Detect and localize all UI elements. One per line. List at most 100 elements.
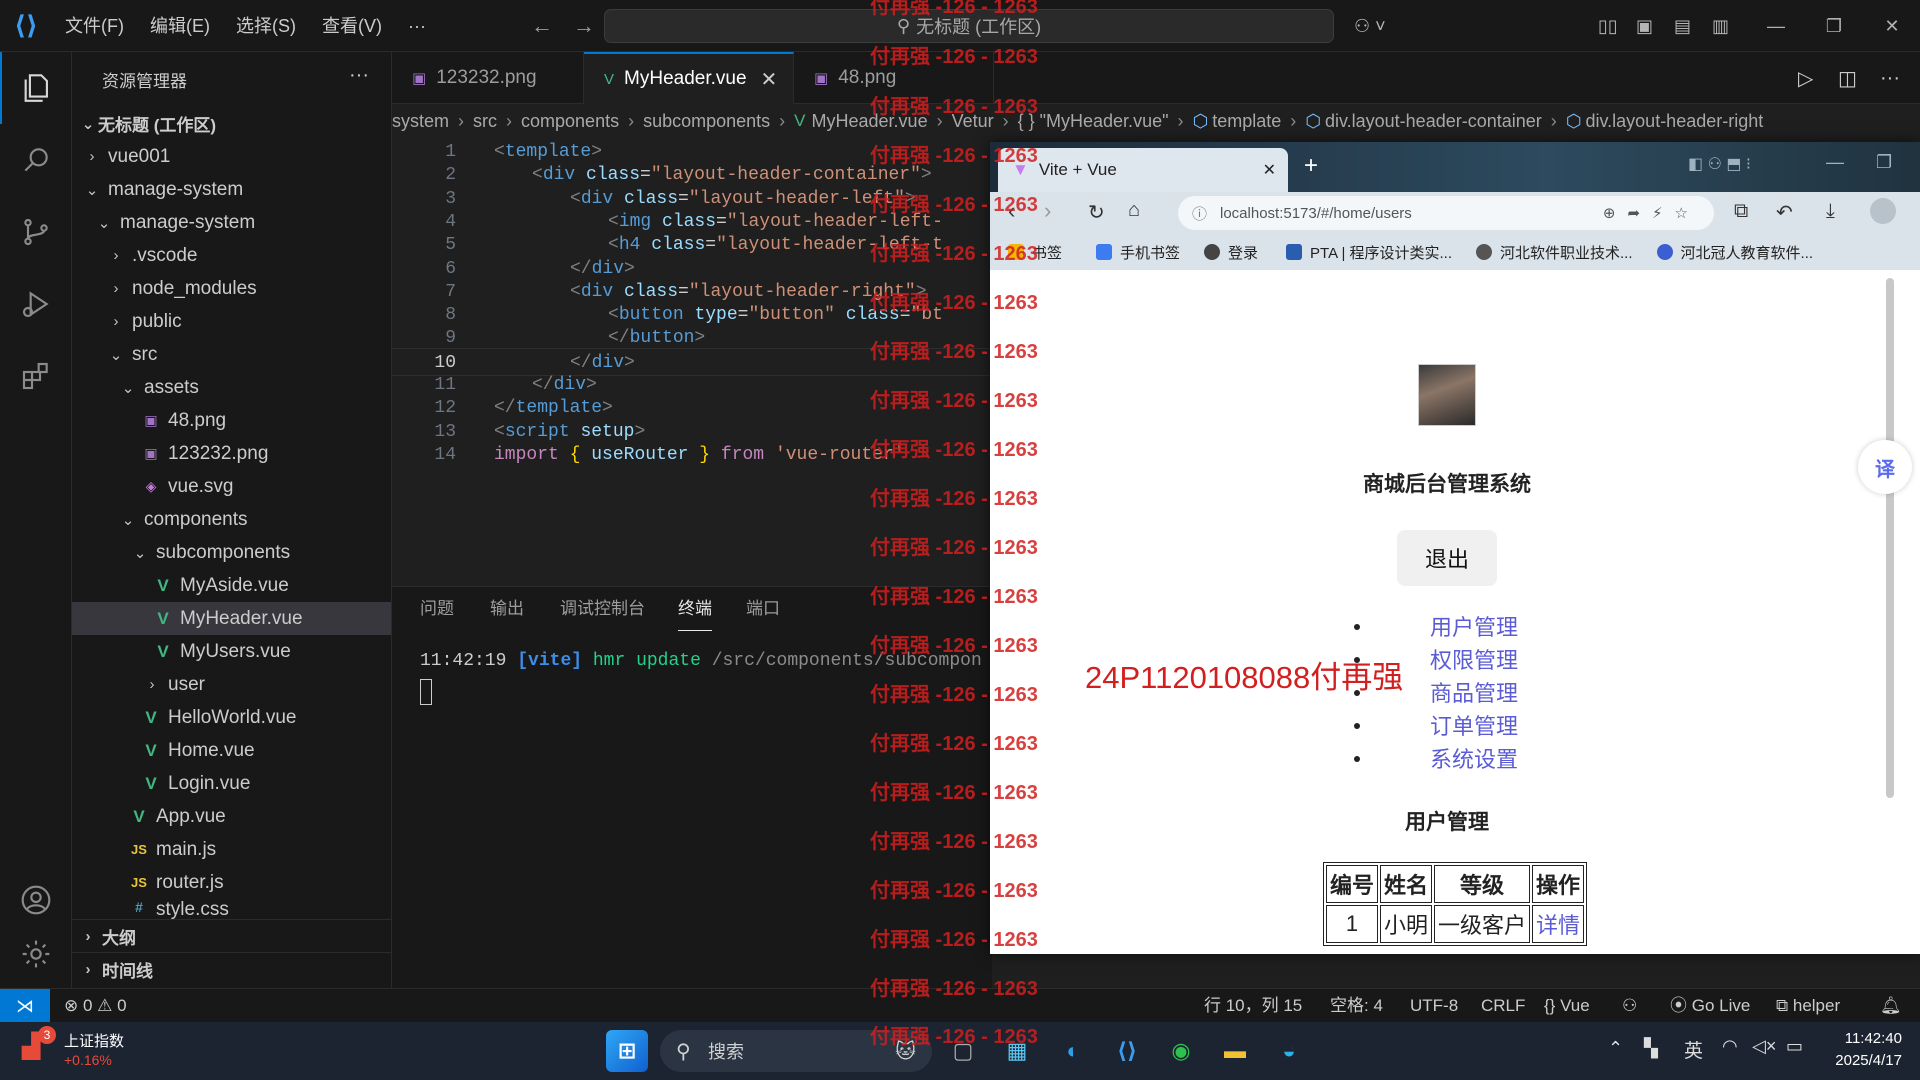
- breadcrumb-item[interactable]: template: [1212, 111, 1281, 132]
- tree-file-login-vue[interactable]: V Login.vue: [72, 767, 391, 800]
- maximize-icon[interactable]: ❐: [1876, 152, 1892, 173]
- notifications-bell-icon[interactable]: 🔔︎: [1880, 989, 1902, 1023]
- maximize-icon[interactable]: ❐: [1806, 0, 1862, 52]
- explorer-icon[interactable]: [0, 52, 72, 124]
- bookmark-item[interactable]: 河北冠人教育软件...: [1656, 242, 1813, 263]
- edge-ai-icon[interactable]: ◒: [1268, 1030, 1310, 1072]
- tree-folder-node-modules[interactable]: › node_modules: [72, 272, 391, 305]
- copilot-icon[interactable]: ⚇ ˅: [1354, 0, 1386, 52]
- panel-tab-ports[interactable]: 端口: [746, 587, 780, 631]
- go-live-button[interactable]: ⦿ Go Live: [1670, 989, 1750, 1023]
- tab-123232-png[interactable]: ▣ 123232.png: [392, 52, 584, 104]
- tree-file-router-js[interactable]: JS router.js: [72, 866, 391, 899]
- editor-more-icon[interactable]: ···: [1880, 52, 1900, 104]
- vscode-app-icon[interactable]: ⟨⟩: [1106, 1030, 1148, 1072]
- language-mode[interactable]: {} Vue: [1544, 989, 1590, 1023]
- menu-more[interactable]: ···: [395, 0, 439, 52]
- back-arrow-icon[interactable]: ←: [531, 13, 553, 39]
- tree-file-home-vue[interactable]: V Home.vue: [72, 734, 391, 767]
- tree-file-main-js[interactable]: JS main.js: [72, 833, 391, 866]
- outline-section[interactable]: › 大纲: [72, 919, 391, 952]
- nav-link-orders[interactable]: 订单管理: [1430, 709, 1518, 741]
- nav-link-users[interactable]: 用户管理: [1430, 610, 1518, 642]
- tree-folder-src[interactable]: ⌄ src: [72, 338, 391, 371]
- tree-folder-subcomponents[interactable]: ⌄ subcomponents: [72, 536, 391, 569]
- tree-folder-vscode[interactable]: › .vscode: [72, 239, 391, 272]
- bookmark-item[interactable]: 河北软件职业技术...: [1476, 242, 1633, 263]
- tree-file-app-vue[interactable]: V App.vue: [72, 800, 391, 833]
- nav-link-settings[interactable]: 系统设置: [1430, 742, 1518, 774]
- helper-status[interactable]: ⧉ helper: [1776, 989, 1840, 1023]
- volume-icon[interactable]: ◁×: [1752, 1036, 1776, 1057]
- tree-folder-manage-system-inner[interactable]: ⌄ manage-system: [72, 206, 391, 239]
- menu-selection[interactable]: 选择(S): [223, 0, 309, 52]
- tree-folder-components[interactable]: ⌄ components: [72, 503, 391, 536]
- panel-tab-terminal[interactable]: 终端: [678, 587, 712, 631]
- tree-folder-assets[interactable]: ⌄ assets: [72, 371, 391, 404]
- menu-view[interactable]: 查看(V): [309, 0, 395, 52]
- close-tab-icon[interactable]: ✕: [1263, 160, 1276, 180]
- wechat-icon[interactable]: ◉: [1160, 1030, 1202, 1072]
- close-icon[interactable]: ✕: [1864, 0, 1920, 52]
- workspace-root[interactable]: ⌄ 无标题 (工作区): [72, 107, 391, 140]
- remote-icon[interactable]: ⋊: [0, 989, 50, 1023]
- bookmark-item[interactable]: PTA | 程序设计类实...: [1286, 242, 1452, 263]
- split-editor-icon[interactable]: ◫: [1838, 52, 1857, 104]
- problems-status[interactable]: ⊗ 0 ⚠ 0: [64, 989, 127, 1023]
- tree-folder-vue001[interactable]: › vue001: [72, 140, 391, 173]
- home-icon[interactable]: ⌂: [1128, 199, 1140, 222]
- bookmark-item[interactable]: 手机书签: [1096, 242, 1180, 263]
- profile-avatar[interactable]: [1870, 198, 1896, 224]
- close-tab-icon[interactable]: ✕: [761, 67, 778, 92]
- battery-icon[interactable]: ▭: [1786, 1036, 1803, 1057]
- tree-file-123232-png[interactable]: ▣ 123232.png: [72, 437, 391, 470]
- tree-file-myheader-vue[interactable]: V MyHeader.vue: [72, 602, 391, 635]
- file-explorer-icon[interactable]: ▬: [1214, 1030, 1256, 1072]
- tree-folder-manage-system[interactable]: ⌄ manage-system: [72, 173, 391, 206]
- run-icon[interactable]: ▷: [1798, 52, 1813, 104]
- run-debug-icon[interactable]: [0, 268, 72, 340]
- line-ending[interactable]: CRLF: [1481, 989, 1525, 1023]
- undo-icon[interactable]: ↶: [1776, 200, 1793, 225]
- logout-button[interactable]: 退出: [1397, 530, 1497, 586]
- bookmark-item[interactable]: 登录: [1204, 242, 1258, 263]
- translate-button[interactable]: 译: [1858, 440, 1912, 494]
- breadcrumb-item[interactable]: { } "MyHeader.vue": [1018, 111, 1169, 132]
- tree-file-myaside-vue[interactable]: V MyAside.vue: [72, 569, 391, 602]
- cursor-position[interactable]: 行 10，列 15: [1204, 989, 1302, 1023]
- panel-tab-problems[interactable]: 问题: [420, 587, 454, 631]
- copilot-status-icon[interactable]: ⚇: [1622, 989, 1637, 1023]
- nav-link-products[interactable]: 商品管理: [1430, 676, 1518, 708]
- source-control-icon[interactable]: [0, 196, 72, 268]
- extensions-icon[interactable]: ⧉: [1734, 200, 1748, 223]
- tree-file-helloworld-vue[interactable]: V HelloWorld.vue: [72, 701, 391, 734]
- address-actions-icon[interactable]: ⊕➦⚡☆: [1603, 204, 1700, 222]
- browser-ext-icon[interactable]: ◧ ⚇ ⬒ ⁝: [1688, 154, 1751, 174]
- input-method-icon[interactable]: ▚: [1644, 1038, 1658, 1059]
- toggle-panel-icon[interactable]: ▤: [1674, 0, 1691, 52]
- ime-label[interactable]: 英: [1684, 1036, 1703, 1063]
- clock-time[interactable]: 11:42:40: [1826, 1030, 1902, 1047]
- breadcrumb-item[interactable]: div.layout-header-right: [1585, 111, 1763, 132]
- panel-tab-debug-console[interactable]: 调试控制台: [560, 587, 645, 631]
- address-bar[interactable]: ⓘ localhost:5173/#/home/users ⊕➦⚡☆: [1178, 196, 1714, 230]
- reload-icon[interactable]: ↻: [1088, 200, 1105, 225]
- browser-tab[interactable]: ▼ Vite + Vue ✕: [998, 148, 1288, 192]
- toggle-secondary-sidebar-icon[interactable]: ▥: [1712, 0, 1729, 52]
- breadcrumb-item[interactable]: src: [473, 111, 497, 132]
- breadcrumb-item[interactable]: system: [392, 111, 449, 132]
- search-icon[interactable]: [0, 124, 72, 196]
- tree-file-vue-svg[interactable]: ◈ vue.svg: [72, 470, 391, 503]
- details-link[interactable]: 详情: [1532, 905, 1585, 943]
- tree-folder-public[interactable]: › public: [72, 305, 391, 338]
- download-icon[interactable]: ⤓: [1826, 200, 1835, 223]
- tree-file-style-css[interactable]: # style.css: [72, 899, 391, 919]
- forward-arrow-icon[interactable]: →: [573, 13, 595, 39]
- customize-layout-icon[interactable]: ▯▯: [1598, 0, 1618, 52]
- chevron-up-icon[interactable]: ⌃: [1608, 1038, 1623, 1059]
- nav-link-permissions[interactable]: 权限管理: [1430, 643, 1518, 675]
- breadcrumb-item[interactable]: div.layout-header-container: [1325, 111, 1542, 132]
- breadcrumb-item[interactable]: subcomponents: [643, 111, 770, 132]
- menu-edit[interactable]: 编辑(E): [137, 0, 223, 52]
- wifi-icon[interactable]: ◠: [1722, 1036, 1738, 1057]
